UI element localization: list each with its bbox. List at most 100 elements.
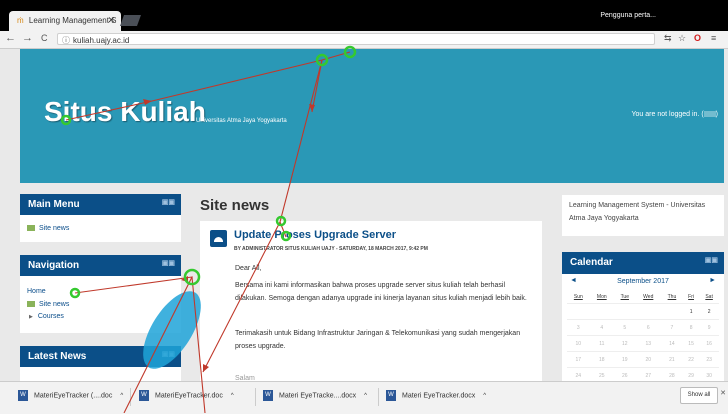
word-doc-icon: W	[263, 390, 273, 401]
calendar-day[interactable]: 13	[635, 335, 661, 352]
calendar-month: September 2017	[617, 278, 669, 285]
calendar-day[interactable]: 4	[589, 319, 614, 336]
calendar-day[interactable]: 12	[613, 335, 636, 352]
main-menu-body: Site news	[20, 215, 181, 242]
calendar-day[interactable]: 22	[682, 351, 700, 368]
calendar-week-row: 12	[567, 303, 719, 320]
calendar-day[interactable]: 17	[567, 351, 590, 368]
main-menu-header[interactable]: Main Menu ▣▣	[20, 194, 181, 215]
new-tab-button[interactable]	[119, 15, 142, 26]
divider	[130, 388, 131, 406]
login-link[interactable]	[703, 111, 716, 118]
calendar-day[interactable]: 30	[699, 367, 719, 381]
post-title[interactable]: Update Proses Upgrade Server	[234, 229, 396, 241]
calendar-next-icon[interactable]: ►	[709, 277, 716, 284]
calendar-day[interactable]: 21	[660, 351, 683, 368]
chevron-up-icon[interactable]: ^	[120, 393, 123, 399]
calendar-day[interactable]: 9	[699, 319, 719, 336]
word-doc-icon: W	[18, 390, 28, 401]
block-controls-icon[interactable]: ▣▣	[162, 198, 175, 206]
calendar-day[interactable]: 11	[589, 335, 614, 352]
download-item[interactable]: W Materi EyeTracker.docx ^	[386, 390, 486, 401]
profile-name[interactable]: Pengguna perta...	[600, 12, 656, 19]
calendar-day[interactable]: 28	[660, 367, 683, 381]
url-input[interactable]: ⓘ kuliah.uajy.ac.id	[57, 33, 655, 45]
bookmark-star-icon[interactable]: ☆	[678, 33, 686, 44]
download-item[interactable]: W MateriEyeTracker (....doc ^	[18, 390, 123, 401]
download-item[interactable]: W MateriEyeTracker.doc ^	[139, 390, 234, 401]
calendar-day[interactable]: 3	[567, 319, 590, 336]
browser-tab[interactable]: ṁ Learning Management S ✕	[9, 11, 121, 31]
forward-icon[interactable]: →	[22, 32, 33, 44]
calendar-day[interactable]: 29	[682, 367, 700, 381]
calendar-day[interactable]: 10	[567, 335, 590, 352]
calendar-day[interactable]: 2	[699, 303, 719, 320]
navigation-title: Navigation	[28, 260, 80, 271]
site-subtitle: Universitas Atma Jaya Yogyakarta	[196, 118, 287, 124]
calendar-day[interactable]: 6	[635, 319, 661, 336]
site-info-icon[interactable]: ⓘ	[62, 36, 70, 45]
main-menu-item-label: Site news	[39, 225, 70, 232]
calendar-day[interactable]: 20	[635, 351, 661, 368]
latest-news-header[interactable]: Latest News ▣▣	[20, 346, 181, 367]
calendar-week-row: 3456789	[567, 319, 719, 336]
calendar-day[interactable]: 25	[589, 367, 614, 381]
address-toolbar: ← → C ⓘ kuliah.uajy.ac.id ⇆ ☆ O ≡	[0, 31, 728, 49]
calendar-day	[660, 303, 683, 320]
site-banner: Situs Kuliah Universitas Atma Jaya Yogya…	[20, 49, 724, 183]
url-text: kuliah.uajy.ac.id	[73, 36, 130, 45]
opera-icon[interactable]: O	[694, 33, 701, 43]
chevron-up-icon[interactable]: ^	[231, 393, 234, 399]
nav-site-news-label: Site news	[39, 301, 70, 308]
post-paragraph-1: Bersama ini kami informasikan bahwa pros…	[235, 282, 527, 302]
calendar-header[interactable]: Calendar ▣▣	[562, 252, 724, 274]
nav-home[interactable]: Home	[27, 288, 46, 295]
chevron-up-icon[interactable]: ^	[364, 393, 367, 399]
calendar-day-header: Fri	[688, 293, 694, 300]
browser-menu-icon[interactable]: ≡	[711, 33, 716, 43]
translate-icon[interactable]: ⇆	[664, 33, 672, 44]
main-menu-item-site-news[interactable]: Site news	[27, 225, 69, 232]
post-greeting: Dear All,	[235, 265, 262, 272]
calendar-day[interactable]: 26	[613, 367, 636, 381]
author-avatar[interactable]	[210, 230, 227, 247]
back-icon[interactable]: ←	[5, 32, 16, 44]
reload-icon[interactable]: C	[41, 33, 48, 43]
calendar-day[interactable]: 18	[589, 351, 614, 368]
chevron-up-icon[interactable]: ^	[483, 393, 486, 399]
show-all-downloads-button[interactable]: Show all	[680, 387, 718, 404]
calendar-day[interactable]: 8	[682, 319, 700, 336]
post-byline: BY ADMINISTRATOR SITUS KULIAH UAJY - SAT…	[234, 246, 428, 252]
navigation-body: Home Site news ▶ Courses	[20, 276, 181, 333]
block-controls-icon[interactable]: ▣▣	[162, 350, 175, 358]
calendar-day[interactable]: 7	[660, 319, 683, 336]
calendar-day[interactable]: 24	[567, 367, 590, 381]
tab-close-icon[interactable]: ✕	[107, 15, 115, 26]
close-download-shelf-icon[interactable]: ✕	[720, 389, 726, 397]
calendar-day[interactable]: 1	[682, 303, 700, 320]
calendar-body: ◄ September 2017 ► Sun Mon Tue Wed Thu F…	[562, 274, 724, 381]
calendar-day[interactable]: 27	[635, 367, 661, 381]
nav-site-news[interactable]: Site news	[27, 301, 69, 308]
calendar-day[interactable]: 19	[613, 351, 636, 368]
nav-courses[interactable]: ▶ Courses	[29, 313, 64, 320]
expand-arrow-icon: ▶	[29, 314, 33, 320]
calendar-day[interactable]: 23	[699, 351, 719, 368]
nav-courses-label: Courses	[37, 313, 64, 320]
calendar-week-row: 17 18 19 20 21 22 23	[567, 351, 719, 368]
word-doc-icon: W	[386, 390, 396, 401]
calendar-day[interactable]: 5	[613, 319, 636, 336]
navigation-header[interactable]: Navigation ▣▣	[20, 255, 181, 276]
calendar-day[interactable]: 16	[699, 335, 719, 352]
news-icon	[27, 301, 35, 308]
download-filename: MateriEyeTracker (....doc	[34, 392, 113, 400]
calendar-day[interactable]: 15	[682, 335, 700, 352]
calendar-day	[613, 303, 636, 320]
calendar-day[interactable]: 14	[660, 335, 683, 352]
block-controls-icon[interactable]: ▣▣	[705, 256, 718, 264]
site-title[interactable]: Situs Kuliah	[44, 96, 206, 128]
block-controls-icon[interactable]: ▣▣	[162, 259, 175, 267]
download-item[interactable]: W Materi EyeTracke....docx ^	[263, 390, 367, 401]
latest-news-title: Latest News	[28, 351, 87, 362]
moodle-favicon-icon: ṁ	[17, 16, 24, 25]
